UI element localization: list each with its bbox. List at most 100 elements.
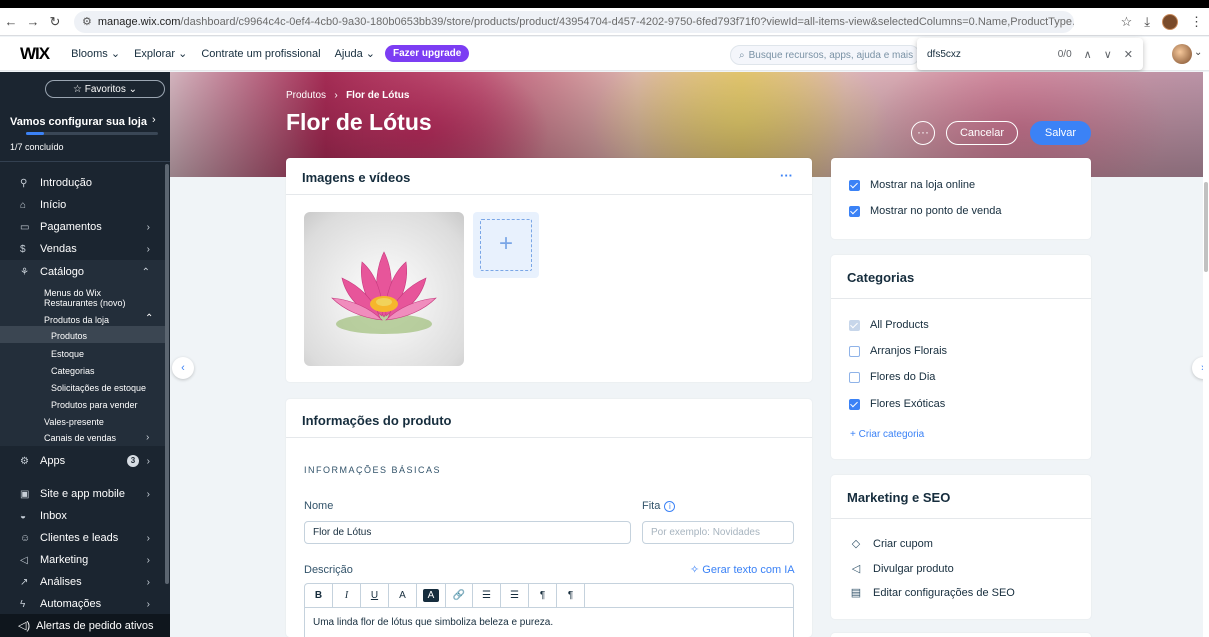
- explore-menu[interactable]: Explorar ⌄: [134, 47, 187, 60]
- sidebar-item-label: Análises: [40, 576, 82, 588]
- sidebar-item-analytics[interactable]: ↗ Análises ›: [0, 571, 166, 593]
- rocket-icon: ⚲: [20, 177, 28, 189]
- category-flores-dia[interactable]: Flores do Dia: [849, 371, 935, 383]
- show-online-checkbox[interactable]: Mostrar na loja online: [849, 179, 975, 191]
- checkbox-unchecked[interactable]: [849, 345, 860, 357]
- address-bar[interactable]: ⚙ manage.wix.com /dashboard/c9964c4c-0ef…: [74, 10, 1074, 33]
- checkbox-checked[interactable]: [849, 205, 860, 217]
- sidebar-sub-store-products[interactable]: Produtos da loja: [44, 315, 109, 325]
- name-input[interactable]: Flor de Lótus: [304, 521, 631, 544]
- setup-done: 1/7 concluído: [10, 142, 64, 152]
- site-info-icon[interactable]: ⚙: [82, 15, 92, 28]
- wix-logo[interactable]: WIX: [20, 44, 50, 64]
- help-label: Ajuda: [334, 48, 363, 60]
- order-alerts[interactable]: ◁) Alertas de pedido ativos: [0, 614, 170, 637]
- close-icon[interactable]: ✕: [1124, 48, 1133, 61]
- seo-settings-link[interactable]: ▤ Editar configurações de SEO: [849, 586, 1015, 600]
- create-category-link[interactable]: + Criar categoria: [850, 429, 924, 440]
- sidebar-item-payments[interactable]: ▭ Pagamentos ›: [0, 216, 166, 238]
- favorites-button[interactable]: ☆ Favoritos ⌄: [45, 80, 165, 98]
- checkbox-checked[interactable]: [849, 398, 860, 410]
- checkbox-checked[interactable]: [849, 179, 860, 191]
- category-arranjos[interactable]: Arranjos Florais: [849, 345, 947, 357]
- seo-icon: ▤: [850, 587, 862, 599]
- bullet-list-icon[interactable]: ☰: [473, 584, 501, 607]
- bookmark-star-icon[interactable]: ☆: [1121, 14, 1133, 30]
- search-input[interactable]: ⌕ Busque recursos, apps, ajuda e mais: [730, 45, 920, 65]
- find-input[interactable]: dfs5cxz: [927, 49, 961, 60]
- italic-button[interactable]: I: [333, 584, 361, 607]
- rtl-icon[interactable]: ¶: [529, 584, 557, 607]
- reload-icon[interactable]: ↻: [44, 14, 66, 30]
- forward-icon[interactable]: →: [22, 14, 44, 29]
- setup-progress[interactable]: Vamos configurar sua loja › 1/7 concluíd…: [0, 102, 170, 162]
- checkbox-disabled: [849, 319, 860, 331]
- link-icon[interactable]: 🔗: [445, 584, 473, 607]
- hire-link[interactable]: Contrate um profissional: [201, 48, 320, 60]
- site-selector[interactable]: Blooms ⌄: [71, 47, 120, 60]
- checkbox-unchecked[interactable]: [849, 371, 860, 383]
- info-icon[interactable]: i: [664, 501, 676, 512]
- sidebar-item-apps[interactable]: ⚙ Apps ›: [0, 450, 166, 472]
- promote-product-link[interactable]: ◁ Divulgar produto: [849, 562, 954, 576]
- bold-button[interactable]: B: [305, 584, 333, 607]
- profile-avatar[interactable]: [1162, 13, 1178, 30]
- help-menu[interactable]: Ajuda ⌄: [335, 47, 375, 60]
- sidebar-sub-sell-products[interactable]: Produtos para vender: [51, 400, 138, 410]
- sidebar-item-intro[interactable]: ⚲ Introdução: [0, 172, 166, 194]
- save-button[interactable]: Salvar: [1030, 121, 1091, 145]
- more-actions-button[interactable]: ···: [911, 121, 935, 145]
- generate-ai-text-link[interactable]: ✧ Gerar texto com IA: [690, 563, 795, 576]
- highlight-button[interactable]: A: [423, 589, 439, 602]
- setup-progress-bar: [26, 132, 158, 135]
- sidebar-item-catalog[interactable]: ⚘ Catálogo ⌃: [0, 261, 166, 283]
- find-prev-icon[interactable]: ∧: [1084, 48, 1092, 61]
- create-coupon-link[interactable]: ◇ Criar cupom: [849, 537, 933, 551]
- category-flores-exoticas[interactable]: Flores Exóticas: [849, 398, 945, 410]
- product-info-card: Informações do produto INFORMAÇÕES BÁSIC…: [286, 399, 812, 637]
- sidebar-item-automations[interactable]: ϟ Automações ›: [0, 593, 166, 615]
- ai-link-label: Gerar texto com IA: [702, 564, 795, 576]
- sidebar-sub-categories[interactable]: Categorias: [51, 366, 95, 376]
- cancel-button[interactable]: Cancelar: [946, 121, 1018, 145]
- sidebar-sub-sales-channels[interactable]: Canais de vendas: [44, 433, 116, 443]
- sidebar-item-label: Introdução: [40, 177, 92, 189]
- description-editor[interactable]: Uma linda flor de lótus que simboliza be…: [304, 607, 794, 637]
- product-image[interactable]: [304, 212, 464, 366]
- sidebar-item-home[interactable]: ⌂ Início: [0, 194, 166, 216]
- text-color-button[interactable]: A: [389, 584, 417, 607]
- page-scrollbar[interactable]: [1203, 72, 1209, 637]
- breadcrumb-products[interactable]: Produtos: [286, 90, 326, 101]
- chevron-down-icon[interactable]: ⌄: [1194, 47, 1202, 58]
- ltr-icon[interactable]: ¶: [557, 584, 585, 607]
- sidebar-item-marketing[interactable]: ◁ Marketing ›: [0, 549, 166, 571]
- sidebar-sub-products[interactable]: Produtos: [51, 331, 87, 341]
- underline-button[interactable]: U: [361, 584, 389, 607]
- sidebar-sub-gift-cards[interactable]: Vales-presente: [44, 417, 104, 427]
- sidebar-item-label: Início: [40, 199, 67, 211]
- ribbon-input[interactable]: Por exemplo: Novidades: [642, 521, 794, 544]
- download-icon[interactable]: ⤓: [1144, 14, 1150, 30]
- add-media-button[interactable]: +: [473, 212, 539, 278]
- show-pos-checkbox[interactable]: Mostrar no ponto de venda: [849, 205, 1001, 217]
- user-avatar[interactable]: [1172, 44, 1192, 64]
- upgrade-button[interactable]: Fazer upgrade: [384, 45, 470, 62]
- sidebar-scrollbar[interactable]: [165, 164, 169, 584]
- sidebar-sub-stock[interactable]: Estoque: [51, 349, 84, 359]
- sidebar-item-clients[interactable]: ☺ Clientes e leads ›: [0, 527, 166, 549]
- media-more-icon[interactable]: ···: [780, 168, 793, 183]
- sidebar-item-site[interactable]: ▣ Site e app mobile ›: [0, 483, 166, 505]
- chevron-right-icon: ›: [146, 488, 150, 500]
- sidebar-sub-restaurants[interactable]: Menus do Wix Restaurantes (novo): [44, 288, 154, 308]
- sidebar-sub-stock-requests[interactable]: Solicitações de estoque: [51, 383, 146, 393]
- numbered-list-icon[interactable]: ☰: [501, 584, 529, 607]
- find-next-icon[interactable]: ∨: [1104, 48, 1112, 61]
- menu-kebab-icon[interactable]: ⋮: [1190, 14, 1203, 30]
- sidebar-item-sales[interactable]: $ Vendas ›: [0, 238, 166, 260]
- sparkle-icon: ✧: [690, 564, 700, 576]
- chevron-left-icon[interactable]: ‹: [172, 357, 194, 379]
- sidebar-item-inbox[interactable]: ◒ Inbox: [0, 505, 166, 527]
- back-icon[interactable]: ←: [0, 14, 22, 29]
- chevron-right-icon: ›: [146, 432, 150, 443]
- category-all-products: All Products: [849, 319, 929, 331]
